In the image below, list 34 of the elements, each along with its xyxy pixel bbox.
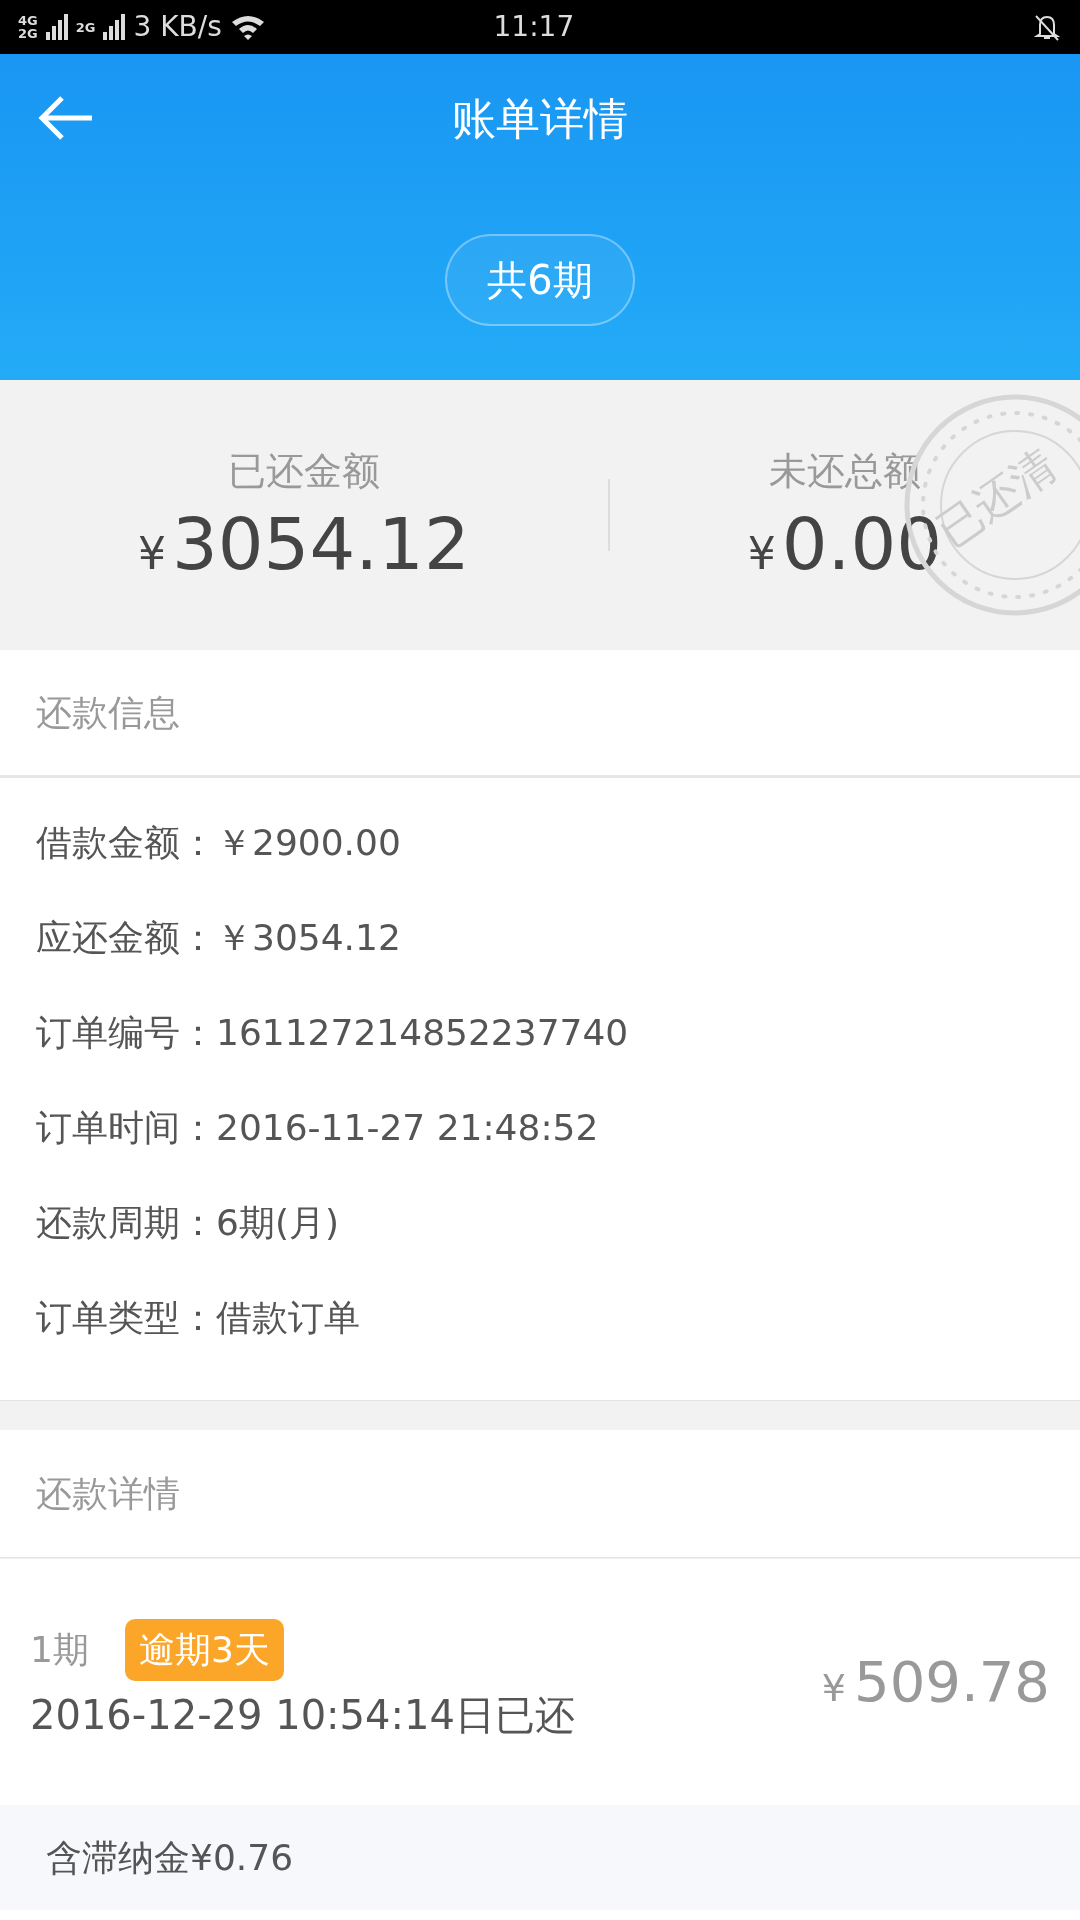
signal-icon	[103, 14, 126, 40]
field-label: 还款周期：	[36, 1200, 216, 1245]
network-speed: 3 KB/s	[133, 9, 222, 45]
section-title: 还款信息	[36, 690, 180, 735]
currency-symbol: ¥	[747, 527, 776, 581]
period-label: 1期	[30, 1628, 89, 1672]
status-time: 11:17	[492, 9, 576, 45]
section-title: 还款详情	[36, 1471, 180, 1516]
overdue-tag: 逾期3天	[124, 1619, 284, 1681]
late-fee-text: 含滞纳金¥0.76	[46, 1835, 294, 1880]
field-value: 借款订单	[216, 1295, 360, 1340]
field-label: 借款金额：	[36, 820, 216, 865]
field-label: 应还金额：	[36, 915, 216, 960]
field-value: ￥2900.00	[216, 820, 401, 865]
paid-date: 2016-12-29 10:54:14日已还	[30, 1691, 576, 1740]
field-value: 161127214852237740	[216, 1010, 629, 1055]
page-title: 账单详情	[452, 93, 628, 144]
currency-symbol: ¥	[138, 527, 166, 581]
installment-amount: 509.78	[854, 1648, 1050, 1716]
period-count-badge: 共6期	[445, 234, 635, 326]
field-label: 订单类型：	[36, 1295, 216, 1340]
field-value: ￥3054.12	[216, 915, 401, 960]
signal-icon	[45, 14, 68, 40]
summary-amount: 3054.12	[172, 508, 470, 580]
field-label: 订单编号：	[36, 1010, 216, 1055]
network-label: 4G	[18, 14, 38, 27]
network-label: 2G	[18, 27, 38, 40]
field-value: 2016-11-27 21:48:52	[216, 1105, 599, 1150]
currency-symbol: ¥	[821, 1665, 847, 1712]
network-label: 2G	[75, 20, 96, 34]
field-value: 6期(月)	[216, 1200, 339, 1245]
summary-label: 已还金额	[227, 448, 380, 495]
field-label: 订单时间：	[36, 1105, 216, 1150]
back-button[interactable]	[38, 94, 94, 142]
